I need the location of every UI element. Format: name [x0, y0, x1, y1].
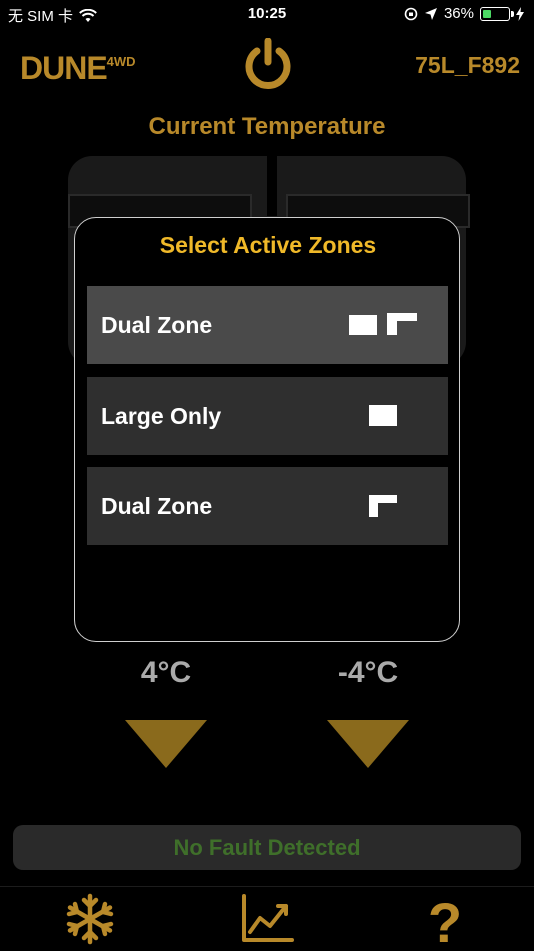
location-icon: [424, 7, 437, 20]
zone-option-large-only[interactable]: Large Only: [87, 377, 448, 455]
current-temperature-title: Current Temperature: [148, 113, 386, 140]
brand-name: DUNE: [20, 50, 108, 86]
large-zone-icon: [369, 405, 397, 426]
snowflake-icon[interactable]: [60, 892, 120, 946]
charging-icon: [516, 6, 524, 21]
fault-status-bar: No Fault Detected: [13, 825, 521, 870]
zone-option-label: Dual Zone: [101, 492, 213, 519]
zone-option-dual[interactable]: Dual Zone: [87, 286, 448, 364]
brand-sup: 4WD: [106, 54, 136, 69]
chart-icon[interactable]: [238, 892, 298, 946]
brand-logo: DUNE4WD: [20, 50, 136, 87]
right-temp-down-arrow-icon[interactable]: [327, 720, 409, 768]
battery-percent: 36%: [443, 5, 474, 22]
fridge-divider: [267, 156, 277, 216]
svg-text:?: ?: [428, 892, 462, 946]
power-icon[interactable]: [243, 38, 293, 90]
status-bar: 无 SIM 卡 10:25 36%: [0, 0, 534, 28]
right-zone-temperature: -4°C: [337, 656, 399, 689]
zone-option-small-only[interactable]: Dual Zone: [87, 467, 448, 545]
zone-option-label: Dual Zone: [101, 311, 213, 338]
small-zone-icon: [369, 495, 397, 517]
rotation-lock-icon: [404, 7, 418, 20]
zone-option-label: Large Only: [101, 402, 222, 429]
status-right: 36%: [404, 5, 524, 22]
battery-icon: [480, 6, 514, 21]
small-zone-icon: [387, 313, 417, 335]
device-id[interactable]: 75L_F892: [415, 52, 520, 79]
zone-select-modal: Select Active Zones Dual Zone Large Only…: [74, 217, 460, 642]
modal-title: Select Active Zones: [159, 232, 377, 258]
left-temp-down-arrow-icon[interactable]: [125, 720, 207, 768]
help-icon[interactable]: ?: [415, 892, 475, 946]
large-zone-icon: [349, 315, 377, 335]
left-zone-temperature: 4°C: [140, 656, 192, 689]
